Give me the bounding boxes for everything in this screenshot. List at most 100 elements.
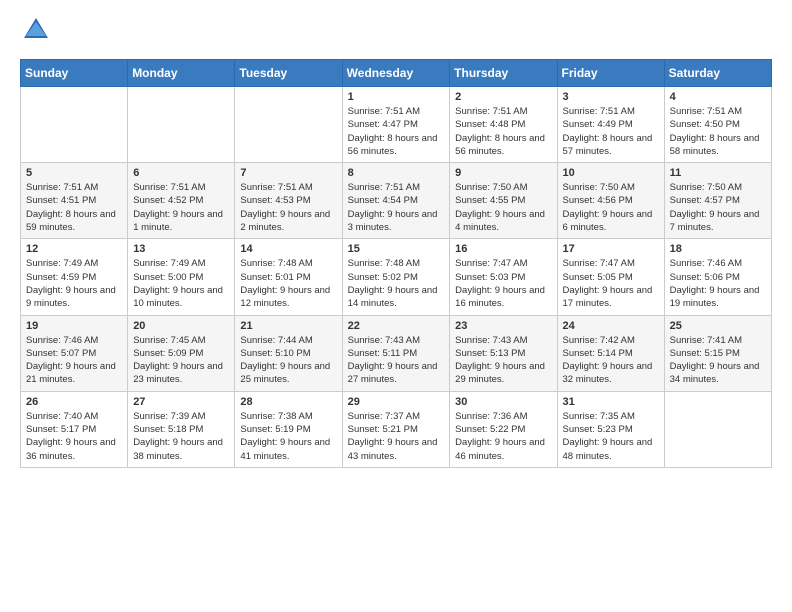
day-number: 12 [26, 243, 122, 255]
weekday-header: Friday [557, 60, 664, 87]
day-info: Sunrise: 7:51 AMSunset: 4:53 PMDaylight:… [240, 181, 336, 234]
day-info: Sunrise: 7:51 AMSunset: 4:47 PMDaylight:… [348, 105, 445, 158]
day-info: Sunrise: 7:38 AMSunset: 5:19 PMDaylight:… [240, 410, 336, 463]
calendar-cell: 8 Sunrise: 7:51 AMSunset: 4:54 PMDaylight… [342, 163, 450, 239]
calendar-cell: 19Sunrise: 7:46 AMSunset: 5:07 PMDayligh… [21, 315, 128, 391]
day-info: Sunrise: 7:51 AMSunset: 4:51 PMDaylight:… [26, 181, 122, 234]
day-number: 7 [240, 167, 336, 179]
weekday-header: Thursday [450, 60, 557, 87]
calendar-cell: 7 Sunrise: 7:51 AMSunset: 4:53 PMDaylight… [235, 163, 342, 239]
day-info: Sunrise: 7:39 AMSunset: 5:18 PMDaylight:… [133, 410, 229, 463]
logo [20, 16, 50, 49]
weekday-header: Tuesday [235, 60, 342, 87]
calendar-cell [128, 87, 235, 163]
calendar-cell: 15 Sunrise: 7:48 AMSunset: 5:02 PMDayligh… [342, 239, 450, 315]
calendar-cell: 4 Sunrise: 7:51 AMSunset: 4:50 PMDaylight… [664, 87, 771, 163]
calendar-cell: 14 Sunrise: 7:48 AMSunset: 5:01 PMDayligh… [235, 239, 342, 315]
day-number: 30 [455, 396, 551, 408]
day-number: 16 [455, 243, 551, 255]
day-info: Sunrise: 7:44 AMSunset: 5:10 PMDaylight:… [240, 334, 336, 387]
calendar-cell [21, 87, 128, 163]
calendar-cell: 9 Sunrise: 7:50 AMSunset: 4:55 PMDaylight… [450, 163, 557, 239]
calendar-cell: 17 Sunrise: 7:47 AMSunset: 5:05 PMDayligh… [557, 239, 664, 315]
day-info: Sunrise: 7:47 AMSunset: 5:03 PMDaylight:… [455, 257, 551, 310]
day-number: 18 [670, 243, 766, 255]
day-info: Sunrise: 7:49 AMSunset: 5:00 PMDaylight:… [133, 257, 229, 310]
day-number: 25 [670, 320, 766, 332]
calendar-cell: 1 Sunrise: 7:51 AMSunset: 4:47 PMDaylight… [342, 87, 450, 163]
calendar-cell: 31Sunrise: 7:35 AMSunset: 5:23 PMDayligh… [557, 391, 664, 467]
day-number: 24 [563, 320, 659, 332]
day-number: 3 [563, 91, 659, 103]
day-info: Sunrise: 7:42 AMSunset: 5:14 PMDaylight:… [563, 334, 659, 387]
weekday-header: Saturday [664, 60, 771, 87]
day-number: 23 [455, 320, 551, 332]
day-info: Sunrise: 7:36 AMSunset: 5:22 PMDaylight:… [455, 410, 551, 463]
calendar-cell: 29 Sunrise: 7:37 AMSunset: 5:21 PMDayligh… [342, 391, 450, 467]
day-info: Sunrise: 7:51 AMSunset: 4:48 PMDaylight:… [455, 105, 551, 158]
day-info: Sunrise: 7:46 AMSunset: 5:07 PMDaylight:… [26, 334, 122, 387]
calendar-header-row: SundayMondayTuesdayWednesdayThursdayFrid… [21, 60, 772, 87]
calendar-cell: 21Sunrise: 7:44 AMSunset: 5:10 PMDayligh… [235, 315, 342, 391]
day-info: Sunrise: 7:51 AMSunset: 4:50 PMDaylight:… [670, 105, 766, 158]
calendar-cell: 26 Sunrise: 7:40 AMSunset: 5:17 PMDayligh… [21, 391, 128, 467]
day-number: 9 [455, 167, 551, 179]
day-number: 26 [26, 396, 122, 408]
day-info: Sunrise: 7:47 AMSunset: 5:05 PMDaylight:… [563, 257, 659, 310]
day-info: Sunrise: 7:50 AMSunset: 4:55 PMDaylight:… [455, 181, 551, 234]
day-info: Sunrise: 7:46 AMSunset: 5:06 PMDaylight:… [670, 257, 766, 310]
day-info: Sunrise: 7:48 AMSunset: 5:01 PMDaylight:… [240, 257, 336, 310]
day-number: 4 [670, 91, 766, 103]
calendar-week-row: 26 Sunrise: 7:40 AMSunset: 5:17 PMDayligh… [21, 391, 772, 467]
day-number: 5 [26, 167, 122, 179]
day-info: Sunrise: 7:51 AMSunset: 4:52 PMDaylight:… [133, 181, 229, 234]
day-number: 8 [348, 167, 445, 179]
page-header [20, 16, 772, 49]
calendar-cell: 16 Sunrise: 7:47 AMSunset: 5:03 PMDayligh… [450, 239, 557, 315]
day-info: Sunrise: 7:45 AMSunset: 5:09 PMDaylight:… [133, 334, 229, 387]
day-info: Sunrise: 7:49 AMSunset: 4:59 PMDaylight:… [26, 257, 122, 310]
day-number: 6 [133, 167, 229, 179]
day-info: Sunrise: 7:51 AMSunset: 4:54 PMDaylight:… [348, 181, 445, 234]
weekday-header: Wednesday [342, 60, 450, 87]
day-info: Sunrise: 7:37 AMSunset: 5:21 PMDaylight:… [348, 410, 445, 463]
day-number: 14 [240, 243, 336, 255]
calendar-cell: 2Sunrise: 7:51 AMSunset: 4:48 PMDaylight… [450, 87, 557, 163]
day-info: Sunrise: 7:43 AMSunset: 5:13 PMDaylight:… [455, 334, 551, 387]
calendar-cell: 11Sunrise: 7:50 AMSunset: 4:57 PMDayligh… [664, 163, 771, 239]
calendar-cell: 27 Sunrise: 7:39 AMSunset: 5:18 PMDayligh… [128, 391, 235, 467]
weekday-header: Monday [128, 60, 235, 87]
day-info: Sunrise: 7:51 AMSunset: 4:49 PMDaylight:… [563, 105, 659, 158]
day-info: Sunrise: 7:50 AMSunset: 4:56 PMDaylight:… [563, 181, 659, 234]
calendar-cell: 23 Sunrise: 7:43 AMSunset: 5:13 PMDayligh… [450, 315, 557, 391]
calendar-cell: 3 Sunrise: 7:51 AMSunset: 4:49 PMDaylight… [557, 87, 664, 163]
day-info: Sunrise: 7:43 AMSunset: 5:11 PMDaylight:… [348, 334, 445, 387]
day-number: 17 [563, 243, 659, 255]
calendar-table: SundayMondayTuesdayWednesdayThursdayFrid… [20, 59, 772, 468]
calendar-cell: 28 Sunrise: 7:38 AMSunset: 5:19 PMDayligh… [235, 391, 342, 467]
day-number: 22 [348, 320, 445, 332]
day-number: 29 [348, 396, 445, 408]
day-number: 15 [348, 243, 445, 255]
day-number: 1 [348, 91, 445, 103]
day-number: 28 [240, 396, 336, 408]
calendar-cell: 13Sunrise: 7:49 AMSunset: 5:00 PMDayligh… [128, 239, 235, 315]
day-number: 31 [563, 396, 659, 408]
calendar-week-row: 5 Sunrise: 7:51 AMSunset: 4:51 PMDaylight… [21, 163, 772, 239]
calendar-week-row: 19Sunrise: 7:46 AMSunset: 5:07 PMDayligh… [21, 315, 772, 391]
day-number: 27 [133, 396, 229, 408]
calendar-cell: 24 Sunrise: 7:42 AMSunset: 5:14 PMDayligh… [557, 315, 664, 391]
calendar-cell: 22 Sunrise: 7:43 AMSunset: 5:11 PMDayligh… [342, 315, 450, 391]
day-info: Sunrise: 7:40 AMSunset: 5:17 PMDaylight:… [26, 410, 122, 463]
day-info: Sunrise: 7:48 AMSunset: 5:02 PMDaylight:… [348, 257, 445, 310]
weekday-header: Sunday [21, 60, 128, 87]
calendar-cell: 18 Sunrise: 7:46 AMSunset: 5:06 PMDayligh… [664, 239, 771, 315]
day-info: Sunrise: 7:50 AMSunset: 4:57 PMDaylight:… [670, 181, 766, 234]
day-info: Sunrise: 7:41 AMSunset: 5:15 PMDaylight:… [670, 334, 766, 387]
calendar-cell: 30 Sunrise: 7:36 AMSunset: 5:22 PMDayligh… [450, 391, 557, 467]
day-number: 20 [133, 320, 229, 332]
calendar-cell: 10Sunrise: 7:50 AMSunset: 4:56 PMDayligh… [557, 163, 664, 239]
calendar-week-row: 1 Sunrise: 7:51 AMSunset: 4:47 PMDaylight… [21, 87, 772, 163]
calendar-cell [664, 391, 771, 467]
calendar-cell [235, 87, 342, 163]
